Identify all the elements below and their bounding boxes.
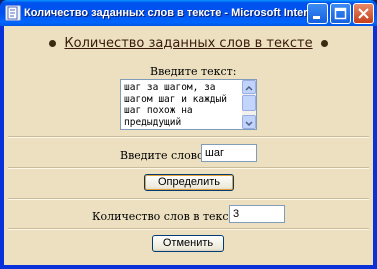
text-label: Введите текст: <box>150 65 237 78</box>
arrow-down-icon <box>245 121 253 127</box>
scroll-up-button[interactable] <box>242 80 256 94</box>
browser-window: Количество заданных слов в тексте - Micr… <box>0 0 377 269</box>
divider <box>8 198 369 200</box>
arrow-up-icon <box>245 85 253 91</box>
maximize-button[interactable] <box>330 3 351 24</box>
divider <box>8 228 369 230</box>
cancel-button[interactable]: Отменить <box>152 235 224 252</box>
scrollbar[interactable] <box>242 80 256 129</box>
window-border <box>0 265 377 269</box>
divider <box>8 136 369 138</box>
scroll-down-button[interactable] <box>242 115 256 129</box>
word-input[interactable]: шаг <box>201 144 257 162</box>
text-area[interactable]: шаг за шагом, за шагом шаг и каждый шаг … <box>120 79 257 130</box>
count-output[interactable]: 3 <box>229 205 285 223</box>
text-area-content: шаг за шагом, за шагом шаг и каждый шаг … <box>124 82 227 128</box>
close-icon <box>358 8 369 19</box>
determine-button[interactable]: Определить <box>144 174 234 191</box>
ie-page-icon <box>5 5 21 21</box>
heading-link[interactable]: Количество заданных слов в тексте <box>64 36 312 51</box>
page-heading: Количество заданных слов в тексте <box>4 36 373 56</box>
minimize-button[interactable] <box>307 3 328 24</box>
page-content: Количество заданных слов в тексте Введит… <box>4 26 373 265</box>
window-title: Количество заданных слов в тексте - Micr… <box>24 7 324 19</box>
count-label: Количество слов в тексте: <box>92 210 245 223</box>
close-button[interactable] <box>353 3 374 24</box>
word-label: Введите слово: <box>120 149 208 162</box>
minimize-icon <box>313 16 320 19</box>
bullet-icon <box>49 40 57 47</box>
divider <box>8 167 369 169</box>
scroll-thumb[interactable] <box>242 95 256 111</box>
bullet-icon <box>320 40 328 47</box>
title-bar[interactable]: Количество заданных слов в тексте - Micr… <box>0 0 377 26</box>
maximize-icon <box>334 7 347 20</box>
